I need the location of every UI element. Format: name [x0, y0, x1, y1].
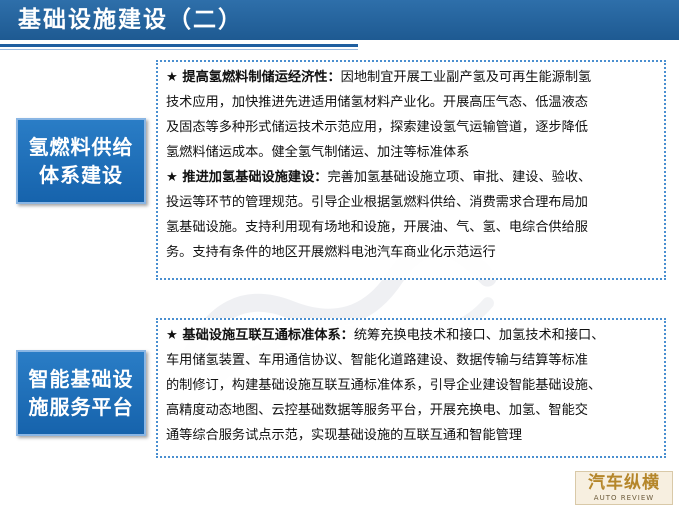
- logo-sub-text: AUTO REVIEW: [593, 494, 655, 502]
- logo-main-text: 汽车纵横: [588, 473, 660, 493]
- content-line: 通等综合服务试点示范，实现基础设施的互联互通和智能管理: [166, 423, 656, 448]
- content-line: 及固态等多种形式储运技术示范应用，探索建设氢气运输管道，逐步降低: [166, 115, 656, 140]
- content-line: ★ 提高氢燃料制储运经济性：因地制宜开展工业副产氢及可再生能源制氢: [166, 65, 656, 90]
- bullet-text: 投运等环节的管理规范。引导企业根据氢燃料供给、消费需求合理布局加: [166, 195, 588, 210]
- bullet-text: 氢基础设施。支持利用现有场地和设施，开展油、气、氢、电综合供给服: [166, 220, 588, 235]
- brand-logo: 汽车纵横 AUTO REVIEW: [575, 471, 673, 505]
- content-line: 务。支持有条件的地区开展燃料电池汽车商业化示范运行: [166, 240, 656, 265]
- section-label-hydrogen-supply: 氢燃料供给 体系建设: [16, 118, 146, 204]
- bullet-text: 技术应用，加快推进先进适用储氢材料产业化。开展高压气态、低温液态: [166, 95, 588, 110]
- content-line: 的制修订，构建基础设施互联互通标准体系，引导企业建设智能基础设施、: [166, 373, 656, 398]
- bullet-text: 及固态等多种形式储运技术示范应用，探索建设氢气运输管道，逐步降低: [166, 120, 588, 135]
- content-line: 技术应用，加快推进先进适用储氢材料产业化。开展高压气态、低温液态: [166, 90, 656, 115]
- title-underline-thin: [0, 49, 358, 50]
- bullet-text: 氢燃料储运成本。健全氢气制储运、加注等标准体系: [166, 145, 470, 160]
- content-line: ★ 基础设施互联互通标准体系：统筹充换电技术和接口、加氢技术和接口、: [166, 323, 656, 348]
- content-line: 车用储氢装置、车用通信协议、智能化道路建设、数据传输与结算等标准: [166, 348, 656, 373]
- section-label-line: 氢燃料供给: [28, 135, 134, 159]
- section-label-smart-infrastructure: 智能基础设 施服务平台: [16, 350, 146, 436]
- section-label-line: 施服务平台: [28, 395, 134, 419]
- section-label-line: 智能基础设: [28, 367, 134, 391]
- bullet-text: 通等综合服务试点示范，实现基础设施的互联互通和智能管理: [166, 428, 523, 443]
- section-content-hydrogen-supply: ★ 提高氢燃料制储运经济性：因地制宜开展工业副产氢及可再生能源制氢 技术应用，加…: [156, 60, 666, 280]
- bullet-text: 务。支持有条件的地区开展燃料电池汽车商业化示范运行: [166, 245, 496, 260]
- bullet-text: 车用储氢装置、车用通信协议、智能化道路建设、数据传输与结算等标准: [166, 353, 588, 368]
- content-line: ★ 推进加氢基础设施建设：完善加氢基础设施立项、审批、建设、验收、: [166, 165, 656, 190]
- bullet-heading: ★ 推进加氢基础设施建设：: [166, 170, 328, 185]
- title-bar: 基础设施建设（二）: [0, 0, 679, 40]
- bullet-text: 统筹充换电技术和接口、加氢技术和接口、: [353, 328, 605, 343]
- bullet-heading: ★ 基础设施互联互通标准体系：: [166, 328, 354, 343]
- content-line: 氢基础设施。支持利用现有场地和设施，开展油、气、氢、电综合供给服: [166, 215, 656, 240]
- bullet-text: 完善加氢基础设施立项、审批、建设、验收、: [327, 170, 592, 185]
- bullet-text: 的制修订，构建基础设施互联互通标准体系，引导企业建设智能基础设施、: [166, 378, 602, 393]
- bullet-heading: ★ 提高氢燃料制储运经济性：: [166, 70, 341, 85]
- section-label-line: 体系建设: [39, 163, 123, 187]
- content-line: 氢燃料储运成本。健全氢气制储运、加注等标准体系: [166, 140, 656, 165]
- title-underline: [0, 44, 358, 47]
- section-content-smart-infrastructure: ★ 基础设施互联互通标准体系：统筹充换电技术和接口、加氢技术和接口、 车用储氢装…: [156, 318, 666, 458]
- content-line: 投运等环节的管理规范。引导企业根据氢燃料供给、消费需求合理布局加: [166, 190, 656, 215]
- content-line: 高精度动态地图、云控基础数据等服务平台，开展充换电、加氢、智能交: [166, 398, 656, 423]
- page-title: 基础设施建设（二）: [18, 7, 243, 33]
- bullet-text: 高精度动态地图、云控基础数据等服务平台，开展充换电、加氢、智能交: [166, 403, 588, 418]
- bullet-text: 因地制宜开展工业副产氢及可再生能源制氢: [340, 70, 592, 85]
